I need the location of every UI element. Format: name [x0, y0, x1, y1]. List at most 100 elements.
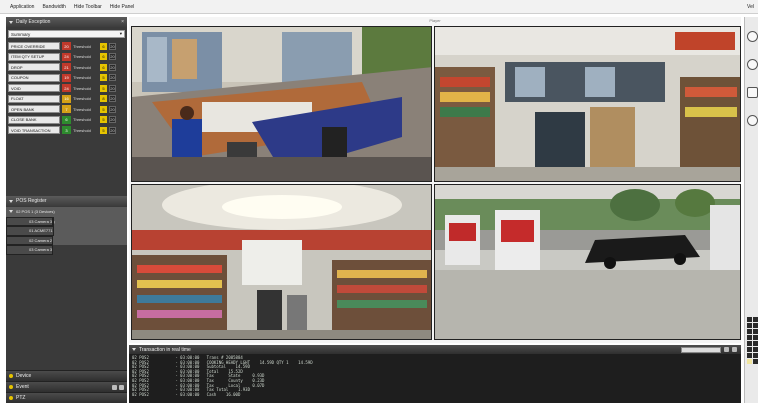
threshold-high[interactable]: 20 — [109, 74, 116, 82]
threshold-low[interactable]: 5 — [100, 105, 107, 113]
layout-cell[interactable] — [747, 353, 752, 358]
record-icon[interactable] — [747, 31, 758, 42]
left-panel: Daily Exception × Summary ▾ PRICE OVERRI… — [6, 17, 127, 403]
threshold-label: Threshold — [73, 117, 91, 123]
layout-cell[interactable] — [753, 347, 758, 352]
exception-row[interactable]: COUPON 19 Threshold 5 20 — [6, 73, 127, 84]
threshold-low[interactable]: 8 — [100, 95, 107, 103]
exception-list: PRICE OVERRIDE 20 Threshold 6 20 ITEM QTY SET… — [6, 41, 127, 136]
expand-icon[interactable] — [9, 210, 13, 214]
camera-view-2[interactable] — [434, 26, 741, 182]
threshold-low[interactable]: 5 — [100, 126, 107, 134]
menu-item-hide-toolbar[interactable]: Hide Toolbar — [74, 4, 102, 10]
layout-cell[interactable] — [753, 335, 758, 340]
threshold-high[interactable]: 20 — [109, 42, 116, 50]
layout-cell-selected[interactable] — [747, 359, 752, 364]
exception-row[interactable]: VOID 24 Threshold 5 20 — [6, 83, 127, 94]
camera-view-1[interactable] — [131, 26, 432, 182]
layout-cell[interactable] — [747, 317, 752, 322]
pos-group[interactable]: 02 POS 1 (3 Devices) — [6, 207, 127, 217]
layout-cell[interactable] — [753, 353, 758, 358]
layout-cell[interactable] — [747, 329, 752, 334]
threshold-low[interactable]: 6 — [100, 53, 107, 61]
exception-count: 6 — [62, 115, 71, 124]
exception-label: COUPON — [8, 73, 60, 82]
tab-ptz-label: PTZ — [16, 395, 26, 401]
exception-row[interactable]: DROP 21 Threshold 6 20 — [6, 62, 127, 73]
bullet-icon — [9, 385, 13, 389]
transaction-title: Transaction in real time — [139, 346, 191, 353]
threshold-high[interactable]: 20 — [109, 63, 116, 71]
threshold-low[interactable]: 5 — [100, 84, 107, 92]
pos-camera[interactable]: 03 Camera 3 — [6, 245, 54, 255]
camera-view-3[interactable] — [131, 184, 432, 340]
threshold-high[interactable]: 20 — [109, 116, 116, 124]
exception-label: ITEM QTY SETUP — [8, 52, 60, 61]
bottom-tabs: Device Event PTZ — [6, 370, 127, 403]
exception-view-select[interactable]: Summary ▾ — [8, 30, 125, 38]
threshold-high[interactable]: 20 — [109, 84, 116, 92]
pos-camera[interactable]: 02 Camera 2 — [6, 235, 54, 245]
menu-item-hide-panel[interactable]: Hide Panel — [110, 4, 134, 10]
exception-count: 16 — [62, 94, 71, 103]
tab-event[interactable]: Event — [6, 381, 127, 392]
exception-row[interactable]: CLOSE BANK 6 Threshold 5 20 — [6, 115, 127, 126]
settings-icon[interactable] — [724, 347, 729, 352]
layout-cell[interactable] — [747, 335, 752, 340]
settings-icon[interactable] — [112, 384, 117, 390]
menu-item-application[interactable]: Application — [10, 4, 34, 10]
refresh-icon[interactable] — [119, 384, 124, 390]
layout-cell[interactable] — [753, 359, 758, 364]
exception-row[interactable]: OPEN BANK 7 Threshold 5 20 — [6, 104, 127, 115]
camera-4-scene — [435, 185, 740, 339]
document-icon[interactable] — [747, 87, 758, 98]
collapse-icon[interactable] — [9, 20, 13, 24]
exception-row[interactable]: VOID TRANSACTION 3 Threshold 5 20 — [6, 125, 127, 136]
threshold-high[interactable]: 20 — [109, 95, 116, 103]
layout-grid-selector[interactable] — [747, 317, 758, 364]
threshold-low[interactable]: 6 — [100, 42, 107, 50]
transaction-filter-select[interactable] — [681, 346, 721, 353]
pos-camera[interactable]: 03 Camera 3 — [6, 216, 54, 226]
layout-cell[interactable] — [747, 323, 752, 328]
layout-cell[interactable] — [753, 323, 758, 328]
exception-label: DROP — [8, 63, 60, 72]
close-icon[interactable]: × — [121, 19, 124, 25]
threshold-high[interactable]: 20 — [109, 126, 116, 134]
pos-camera-label: 03 Camera 3 — [29, 247, 53, 253]
gear-icon[interactable] — [747, 115, 758, 126]
pos-register-title: POS Register — [16, 198, 47, 204]
exception-row[interactable]: ITEM QTY SETUP 24 Threshold 6 20 — [6, 52, 127, 63]
tab-event-actions — [112, 384, 124, 390]
close-icon[interactable] — [732, 347, 737, 352]
exception-count: 19 — [62, 73, 71, 82]
exception-row[interactable]: PRICE OVERRIDE 20 Threshold 6 20 — [6, 41, 127, 52]
right-toolbar — [744, 17, 758, 403]
threshold-low[interactable]: 5 — [100, 116, 107, 124]
tab-ptz[interactable]: PTZ — [6, 392, 127, 403]
threshold-label: Threshold — [73, 127, 91, 133]
camera-view-4[interactable] — [434, 184, 741, 340]
layout-cell[interactable] — [753, 341, 758, 346]
layout-cell[interactable] — [747, 341, 752, 346]
bullet-icon — [9, 396, 13, 400]
collapse-icon[interactable] — [132, 348, 136, 351]
threshold-low[interactable]: 5 — [100, 74, 107, 82]
chevron-down-icon: ▾ — [119, 31, 122, 36]
tab-event-label: Event — [16, 384, 29, 390]
threshold-low[interactable]: 6 — [100, 63, 107, 71]
play-icon[interactable] — [747, 59, 758, 70]
exception-count: 21 — [62, 63, 71, 72]
tab-device[interactable]: Device — [6, 370, 127, 381]
pos-camera[interactable]: 01 ACME771 — [6, 226, 54, 236]
threshold-label: Threshold — [73, 43, 91, 49]
layout-cell[interactable] — [753, 329, 758, 334]
threshold-high[interactable]: 20 — [109, 53, 116, 61]
exception-row[interactable]: FLOAT 16 Threshold 8 20 — [6, 94, 127, 105]
threshold-high[interactable]: 20 — [109, 105, 116, 113]
layout-cell[interactable] — [753, 317, 758, 322]
collapse-icon[interactable] — [9, 199, 13, 203]
layout-cell[interactable] — [747, 347, 752, 352]
exception-label: FLOAT — [8, 94, 60, 103]
menu-item-bandwidth[interactable]: Bandwidth — [42, 4, 65, 10]
